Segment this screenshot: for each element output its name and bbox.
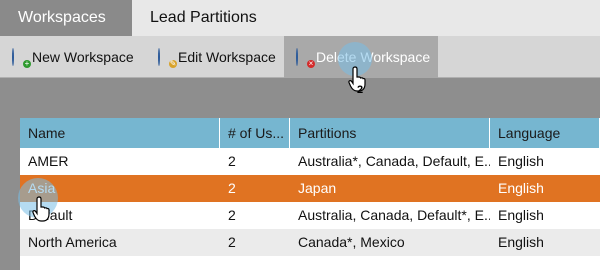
table-row[interactable]: North America 2 Canada*, Mexico English: [20, 229, 600, 256]
table-header: Name # of Us... Partitions Language: [20, 118, 600, 148]
cell-users: 2: [228, 234, 236, 250]
cell-partitions: Japan: [298, 180, 337, 196]
toolbar: + New Workspace ✎ Edit Workspace × Delet…: [0, 36, 600, 78]
cell-users: 2: [228, 180, 236, 196]
column-header-language[interactable]: Language: [490, 118, 600, 148]
new-workspace-label: New Workspace: [32, 49, 134, 65]
tab-bar: Workspaces Lead Partitions: [0, 0, 600, 36]
cell-partitions: Australia*, Canada, Default, E...: [298, 153, 490, 169]
table-row[interactable]: AMER 2 Australia*, Canada, Default, E...…: [20, 148, 600, 175]
step-badge: 2: [357, 84, 364, 96]
edit-workspace-button[interactable]: ✎ Edit Workspace: [158, 42, 276, 72]
globe-edit-icon: ✎: [158, 48, 177, 68]
delete-workspace-label: Delete Workspace: [316, 49, 431, 65]
cell-language: English: [498, 234, 544, 250]
cell-name: AMER: [28, 153, 69, 169]
tab-workspaces[interactable]: Workspaces: [0, 0, 132, 36]
cell-users: 2: [228, 153, 236, 169]
cell-partitions: Australia, Canada, Default*, E...: [298, 207, 490, 223]
cell-language: English: [498, 207, 544, 223]
cell-language: English: [498, 153, 544, 169]
hand-cursor-icon: [32, 196, 50, 222]
table-row-selected[interactable]: Asia 2 Japan English: [20, 175, 600, 202]
cell-language: English: [498, 180, 544, 196]
column-header-name[interactable]: Name: [20, 118, 220, 148]
workspaces-table: Name # of Us... Partitions Language AMER…: [20, 118, 600, 270]
cell-name: North America: [28, 234, 117, 250]
column-header-partitions[interactable]: Partitions: [290, 118, 490, 148]
cell-users: 2: [228, 207, 236, 223]
globe-plus-icon: +: [12, 48, 31, 68]
cell-partitions: Canada*, Mexico: [298, 234, 405, 250]
column-header-users[interactable]: # of Us...: [220, 118, 290, 148]
new-workspace-button[interactable]: + New Workspace: [12, 42, 134, 72]
edit-workspace-label: Edit Workspace: [178, 49, 276, 65]
globe-delete-icon: ×: [296, 48, 315, 68]
tab-lead-partitions[interactable]: Lead Partitions: [132, 0, 275, 36]
table-row[interactable]: Default 2 Australia, Canada, Default*, E…: [20, 202, 600, 229]
